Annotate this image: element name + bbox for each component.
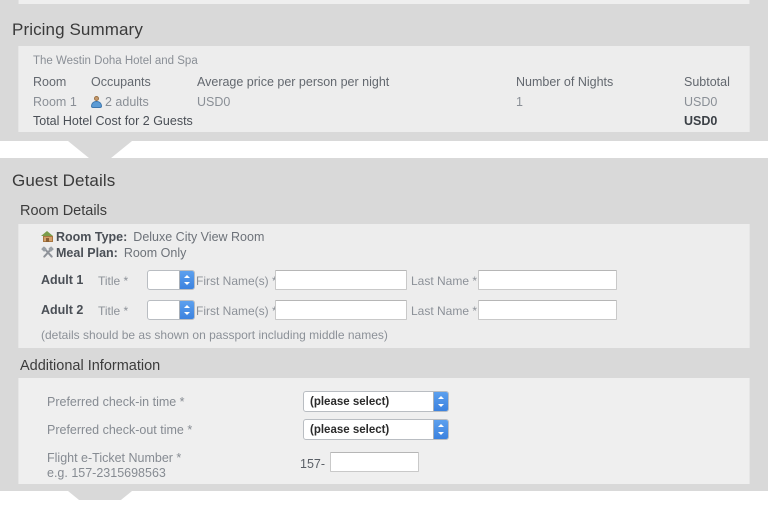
eticket-prefix: 157- <box>300 457 326 471</box>
meal-plan-label: Meal Plan: <box>56 246 118 260</box>
chevron-updown-icon <box>433 420 448 439</box>
adult-2-title-select[interactable] <box>147 300 195 320</box>
adult-1-last-name-input[interactable] <box>478 270 617 290</box>
chevron-updown-icon <box>433 392 448 411</box>
adult-1-title-select[interactable] <box>147 270 195 290</box>
pricing-table-header-row: Room Occupants Average price per person … <box>19 73 749 91</box>
adult-2-title-label: Title * <box>98 304 129 318</box>
total-label: Total Hotel Cost for 2 Guests <box>33 114 193 128</box>
pricing-summary-title: Pricing Summary <box>12 20 143 39</box>
cutlery-icon <box>41 245 54 259</box>
adult-2-last-name-input[interactable] <box>478 300 617 320</box>
cell-room: Room 1 <box>33 95 77 109</box>
column-header-occupants: Occupants <box>91 75 151 89</box>
hotel-name: The Westin Doha Hotel and Spa <box>33 55 198 67</box>
pricing-summary-table-box: The Westin Doha Hotel and Spa Room Occup… <box>18 46 750 132</box>
adult-1-first-name-input[interactable] <box>275 270 407 290</box>
table-row: Room 1 2 adults USD0 1 USD0 <box>19 93 749 111</box>
guest-details-title: Guest Details <box>12 171 116 190</box>
cell-occupants-text: 2 adults <box>105 95 149 109</box>
booking-form-page: Pricing Summary The Westin Doha Hotel an… <box>0 0 768 509</box>
pricing-total-row: Total Hotel Cost for 2 Guests USD0 <box>19 112 749 130</box>
room-details-section-title: Room Details <box>20 203 108 219</box>
chevron-updown-icon <box>179 271 194 289</box>
adult-2-label: Adult 2 <box>41 303 84 317</box>
chevron-updown-icon <box>179 301 194 319</box>
cell-subtotal: USD0 <box>684 95 718 109</box>
checkin-time-value: (please select) <box>310 395 390 408</box>
adult-2-first-name-label: First Name(s) * <box>196 304 277 318</box>
pricing-summary-panel: Pricing Summary The Westin Doha Hotel an… <box>0 6 768 167</box>
column-header-room: Room <box>33 75 67 89</box>
checkout-time-label: Preferred check-out time * <box>47 423 193 437</box>
house-icon <box>41 230 54 243</box>
adult-1-label: Adult 1 <box>41 273 84 287</box>
eticket-hint: e.g. 157-2315698563 <box>47 466 166 480</box>
room-type-label: Room Type: <box>56 230 128 244</box>
column-header-average-price: Average price per person per night <box>197 75 390 89</box>
cell-average-price: USD0 <box>197 95 231 109</box>
meal-plan-line: Meal Plan: Room Only <box>41 245 187 261</box>
eticket-number-input[interactable] <box>330 452 419 472</box>
total-amount: USD0 <box>684 114 718 128</box>
cell-occupants: 2 adults <box>91 93 149 111</box>
additional-information-box: Preferred check-in time * (please select… <box>18 378 750 484</box>
adult-1-first-name-label: First Name(s) * <box>196 274 277 288</box>
checkin-time-select[interactable]: (please select) <box>303 391 449 412</box>
cell-nights: 1 <box>516 95 523 109</box>
checkout-time-value: (please select) <box>310 423 390 436</box>
eticket-label: Flight e-Ticket Number * <box>47 451 182 465</box>
additional-information-section-title: Additional Information <box>20 358 161 374</box>
passport-note: (details should be as shown on passport … <box>41 328 388 342</box>
room-details-box: Room Type: Deluxe City View Room Meal Pla… <box>18 224 750 348</box>
adult-2-first-name-input[interactable] <box>275 300 407 320</box>
guest-details-panel: Guest Details Room Details Room Type: Del… <box>0 158 768 509</box>
column-header-nights: Number of Nights <box>516 75 614 89</box>
column-header-subtotal: Subtotal <box>684 75 730 89</box>
previous-panel-content-edge <box>18 0 750 4</box>
checkout-time-select[interactable]: (please select) <box>303 419 449 440</box>
room-type-value: Deluxe City View Room <box>133 230 265 244</box>
person-icon <box>91 96 102 108</box>
meal-plan-value: Room Only <box>123 246 187 260</box>
checkin-time-label: Preferred check-in time * <box>47 395 185 409</box>
room-type-line: Room Type: Deluxe City View Room <box>41 230 264 245</box>
adult-2-last-name-label: Last Name * <box>411 304 478 318</box>
adult-1-last-name-label: Last Name * <box>411 274 478 288</box>
adult-1-title-label: Title * <box>98 274 129 288</box>
page-bottom-edge <box>0 500 768 509</box>
